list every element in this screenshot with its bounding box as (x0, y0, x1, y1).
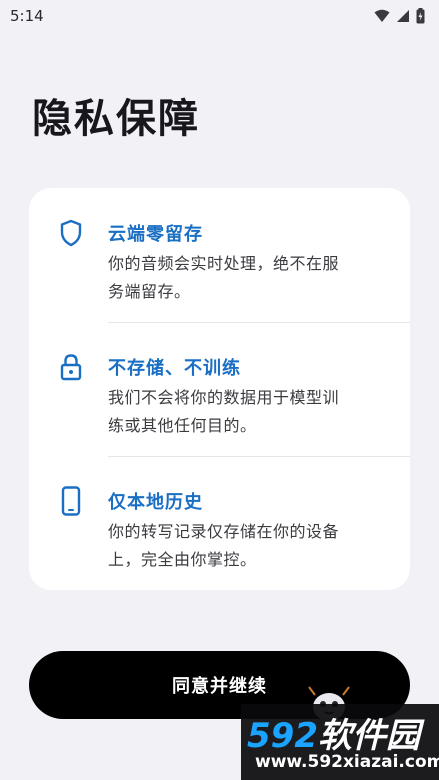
lock-icon (57, 352, 85, 382)
watermark-brand-number: 592 (247, 716, 318, 756)
status-time: 5:14 (10, 7, 44, 25)
item-description-line: 你的转写记录仅存储在你的设备 (108, 522, 340, 541)
privacy-item-local-history: 仅本地历史 你的转写记录仅存储在你的设备 上，完全由你掌控。 (29, 460, 410, 594)
item-description-line: 上，完全由你掌控。 (108, 550, 257, 569)
item-description: 你的音频会实时处理，绝不在服 务端留存。 (108, 250, 398, 306)
watermark-url: www.592xiazai.com (255, 752, 439, 772)
item-description: 我们不会将你的数据用于模型训 练或其他任何目的。 (108, 384, 398, 440)
privacy-card: 云端零留存 你的音频会实时处理，绝不在服 务端留存。 不存储、不训练 我们不会将… (29, 188, 410, 590)
page-title: 隐私保障 (32, 96, 200, 142)
watermark-logo: 592软件园 www.592xiazai.com (241, 704, 439, 780)
divider (108, 322, 410, 323)
status-bar: 5:14 (0, 0, 439, 32)
watermark-brand: 592软件园 (247, 708, 420, 757)
item-title: 不存储、不训练 (108, 358, 241, 379)
item-description-line: 你的音频会实时处理，绝不在服 (108, 254, 340, 273)
battery-icon (416, 8, 425, 24)
divider (108, 456, 410, 457)
watermark-brand-text: 软件园 (317, 716, 420, 756)
item-description-line: 练或其他任何目的。 (108, 416, 257, 435)
privacy-item-cloud: 云端零留存 你的音频会实时处理，绝不在服 务端留存。 (29, 192, 410, 326)
item-title: 仅本地历史 (108, 492, 203, 513)
wifi-icon (374, 9, 390, 22)
item-description-line: 务端留存。 (108, 282, 191, 301)
item-description: 你的转写记录仅存储在你的设备 上，完全由你掌控。 (108, 518, 398, 574)
privacy-item-no-training: 不存储、不训练 我们不会将你的数据用于模型训 练或其他任何目的。 (29, 326, 410, 460)
shield-icon (57, 218, 85, 248)
cellular-signal-icon (397, 10, 409, 22)
status-icons (374, 8, 425, 24)
item-description-line: 我们不会将你的数据用于模型训 (108, 388, 340, 407)
phone-icon (57, 486, 85, 516)
item-title: 云端零留存 (108, 224, 203, 245)
